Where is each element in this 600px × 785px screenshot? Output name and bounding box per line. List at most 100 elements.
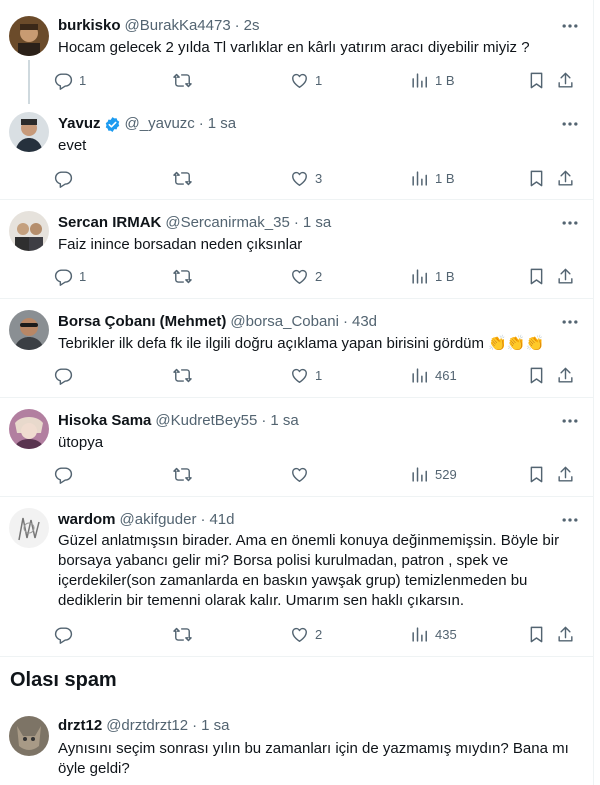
author-handle[interactable]: @borsa_Cobani	[230, 312, 339, 332]
reply-bubble-icon	[54, 169, 73, 188]
like-button[interactable]: 1	[290, 365, 322, 385]
views-button[interactable]: 1 B	[410, 168, 455, 188]
like-button[interactable]: 2	[290, 266, 322, 286]
share-icon	[556, 169, 575, 188]
verified-badge-icon	[105, 116, 119, 132]
more-horizontal-icon[interactable]	[560, 213, 580, 233]
retweet-button[interactable]	[173, 365, 198, 385]
reply-bubble-icon	[54, 465, 73, 484]
views-button[interactable]: 1 B	[410, 266, 455, 286]
reply-button[interactable]	[54, 624, 79, 644]
avatar[interactable]	[9, 310, 49, 350]
tweet[interactable]: wardom @akifguder · 41d Güzel anlatmışsı…	[0, 497, 594, 657]
bookmark-button[interactable]	[527, 464, 546, 484]
reply-bubble-icon	[54, 71, 73, 90]
retweet-button[interactable]	[173, 464, 198, 484]
tweet-actions: 3 1 B	[54, 168, 580, 188]
like-count: 2	[315, 626, 323, 642]
views-button[interactable]: 435	[410, 624, 457, 644]
more-horizontal-icon[interactable]	[560, 411, 580, 431]
tweet[interactable]: Sercan IRMAK @Sercanirmak_35 · 1 sa Faiz…	[0, 200, 594, 299]
author-handle[interactable]: @_yavuzc	[125, 114, 195, 134]
like-button[interactable]: 1	[290, 70, 322, 90]
share-button[interactable]	[556, 365, 575, 385]
share-icon	[556, 71, 575, 90]
share-button[interactable]	[556, 624, 575, 644]
views-button[interactable]: 1 B	[410, 70, 455, 90]
bookmark-button[interactable]	[527, 266, 546, 286]
views-button[interactable]: 529	[410, 464, 457, 484]
share-button[interactable]	[556, 70, 575, 90]
author-name[interactable]: wardom	[58, 510, 116, 530]
author-handle[interactable]: @BurakKa4473	[125, 16, 231, 36]
separator-dot: ·	[198, 115, 204, 132]
share-button[interactable]	[556, 168, 575, 188]
avatar[interactable]	[9, 211, 49, 251]
bookmark-button[interactable]	[527, 168, 546, 188]
author-name[interactable]: Sercan IRMAK	[58, 213, 161, 233]
share-icon	[556, 625, 575, 644]
tweet[interactable]: Borsa Çobanı (Mehmet) @borsa_Cobani · 43…	[0, 299, 594, 398]
author-name[interactable]: Borsa Çobanı (Mehmet)	[58, 312, 226, 332]
retweet-button[interactable]	[173, 624, 198, 644]
separator-dot: ·	[192, 717, 198, 734]
more-horizontal-icon[interactable]	[560, 16, 580, 36]
separator-dot: ·	[343, 313, 348, 330]
reply-bubble-icon	[54, 267, 73, 286]
reply-button[interactable]: 1	[54, 70, 86, 90]
bookmark-icon	[527, 465, 546, 484]
author-name[interactable]: drzt12	[58, 716, 102, 736]
retweet-icon	[173, 71, 192, 90]
author-handle[interactable]: @drztdrzt12	[106, 716, 188, 736]
retweet-button[interactable]	[173, 70, 198, 90]
retweet-button[interactable]	[173, 168, 198, 188]
bookmark-button[interactable]	[527, 70, 546, 90]
reply-button[interactable]	[54, 464, 79, 484]
author-name[interactable]: Hisoka Sama	[58, 411, 151, 431]
more-horizontal-icon[interactable]	[560, 114, 580, 134]
like-button[interactable]: 2	[290, 624, 322, 644]
heart-icon	[290, 71, 309, 90]
like-button[interactable]: 3	[290, 168, 322, 188]
tweet-time[interactable]: 43d	[352, 312, 377, 332]
avatar[interactable]	[9, 716, 49, 756]
tweet-time[interactable]: 2s	[244, 16, 260, 36]
author-handle[interactable]: @KudretBey55	[155, 411, 257, 431]
more-horizontal-icon[interactable]	[560, 312, 580, 332]
reply-button[interactable]	[54, 168, 79, 188]
view-count: 461	[435, 367, 457, 383]
avatar[interactable]	[9, 112, 49, 152]
tweet-time[interactable]: 1 sa	[201, 716, 229, 736]
tweet-time[interactable]: 1 sa	[303, 213, 331, 233]
avatar[interactable]	[9, 16, 49, 56]
views-bar-chart-icon	[410, 625, 429, 644]
tweet-time[interactable]: 1 sa	[208, 114, 236, 134]
heart-icon	[290, 169, 309, 188]
author-name[interactable]: burkisko	[58, 16, 121, 36]
tweet-time[interactable]: 41d	[209, 510, 234, 530]
bookmark-button[interactable]	[527, 624, 546, 644]
tweet-time[interactable]: 1 sa	[270, 411, 298, 431]
author-name[interactable]: Yavuz	[58, 114, 101, 134]
tweet-text: Tebrikler ilk defa fk ile ilgili doğru a…	[58, 335, 485, 352]
like-button[interactable]	[290, 464, 315, 484]
reply-button[interactable]	[54, 365, 79, 385]
author-handle[interactable]: @akifguder	[120, 510, 197, 530]
share-button[interactable]	[556, 266, 575, 286]
bookmark-button[interactable]	[527, 365, 546, 385]
tweet-actions: 2 435	[54, 624, 580, 644]
bookmark-icon	[527, 625, 546, 644]
spam-tweet[interactable]: drzt12 @drztdrzt12 · 1 sa Aynısını seçim…	[0, 706, 594, 785]
more-horizontal-icon[interactable]	[560, 510, 580, 530]
retweet-button[interactable]	[173, 266, 198, 286]
avatar[interactable]	[9, 508, 49, 548]
like-count: 3	[315, 170, 323, 186]
tweet[interactable]: burkisko @BurakKa4473 · 2s Hocam gelecek…	[0, 0, 594, 104]
avatar[interactable]	[9, 409, 49, 449]
tweet[interactable]: Yavuz @_yavuzc · 1 sa evet 3 1 B	[0, 104, 594, 200]
share-button[interactable]	[556, 464, 575, 484]
views-button[interactable]: 461	[410, 365, 457, 385]
tweet[interactable]: Hisoka Sama @KudretBey55 · 1 sa ütopya 5…	[0, 398, 594, 497]
author-handle[interactable]: @Sercanirmak_35	[165, 213, 289, 233]
reply-button[interactable]: 1	[54, 266, 86, 286]
